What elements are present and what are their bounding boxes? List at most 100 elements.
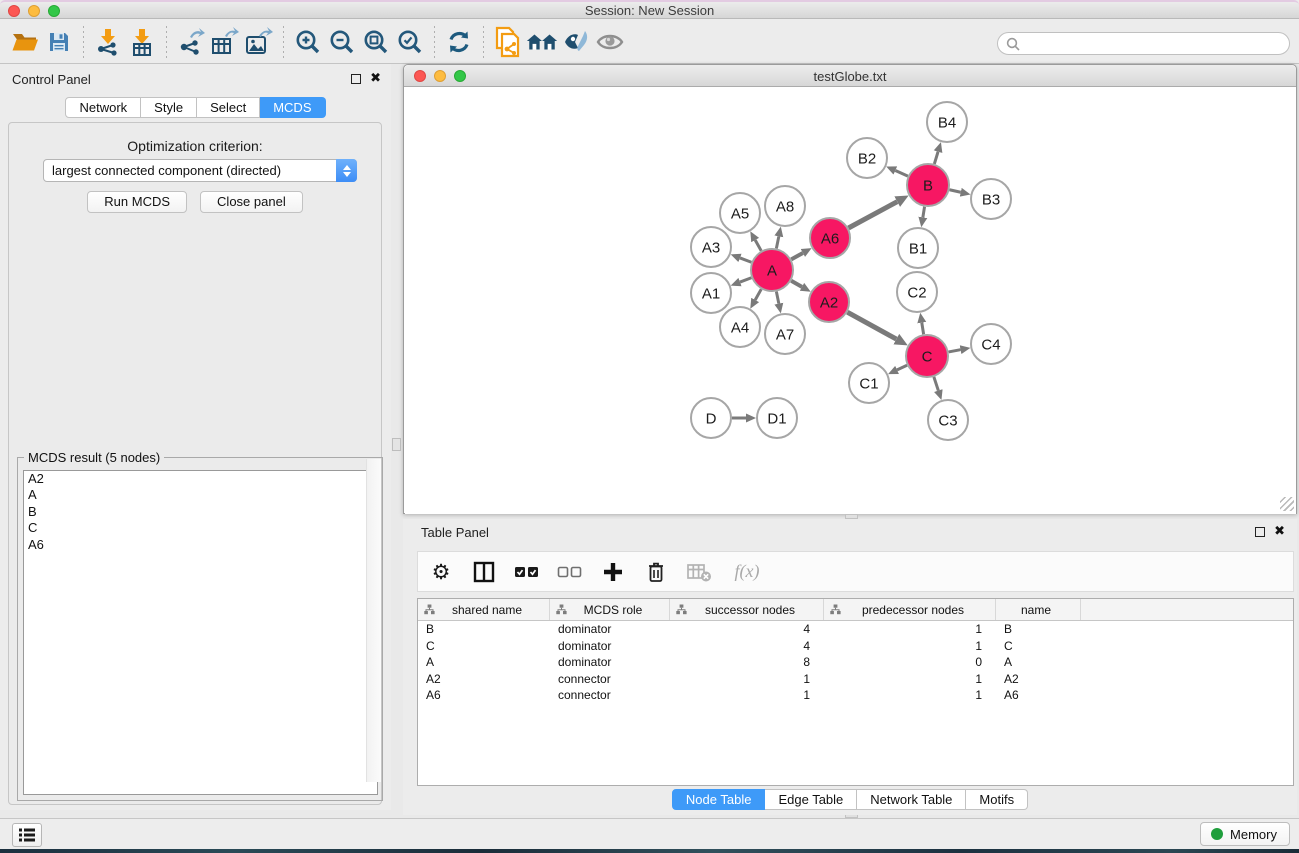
result-item[interactable]: A <box>24 487 377 503</box>
table-row[interactable]: A2connector11A2 <box>418 671 1293 688</box>
tab-network[interactable]: Network <box>65 97 141 118</box>
zoom-selected-icon[interactable] <box>393 25 427 59</box>
graph-node-A1[interactable]: A1 <box>691 273 731 313</box>
edge-A-A6[interactable] <box>791 253 803 259</box>
table-cell[interactable]: A2 <box>418 671 550 688</box>
search-input[interactable] <box>1025 36 1281 51</box>
table-cell[interactable]: 1 <box>824 687 996 704</box>
table-cell[interactable]: 0 <box>824 654 996 671</box>
split-divider-handle[interactable] <box>392 438 401 451</box>
memory-button[interactable]: Memory <box>1200 822 1290 846</box>
export-table-icon[interactable] <box>208 25 242 59</box>
deselect-all-icon[interactable] <box>557 559 583 585</box>
column-header-predecessor-nodes[interactable]: predecessor nodes <box>824 599 996 620</box>
tab-edge-table[interactable]: Edge Table <box>765 789 857 810</box>
edge-C-C1[interactable] <box>897 365 907 370</box>
network-canvas[interactable]: B4B2BB3A8A5A6A3B1AA1C2A2A4A7C4CC1C3DD1 <box>405 88 1296 514</box>
table-cell[interactable]: A2 <box>996 671 1081 688</box>
first-neighbors-icon[interactable] <box>525 25 559 59</box>
export-image-icon[interactable] <box>242 25 276 59</box>
edge-A-A8[interactable] <box>776 236 778 248</box>
search-field[interactable] <box>997 32 1290 55</box>
graph-node-A2[interactable]: A2 <box>809 282 849 322</box>
refresh-icon[interactable] <box>442 25 476 59</box>
close-panel-button[interactable]: Close panel <box>200 191 303 213</box>
edge-B-B2[interactable] <box>895 171 908 177</box>
table-cell[interactable]: C <box>996 638 1081 655</box>
mcds-result-list[interactable]: A2ABCA6 <box>23 470 378 795</box>
table-cell[interactable]: dominator <box>550 638 670 655</box>
hide-details-icon[interactable] <box>559 25 593 59</box>
graph-node-B3[interactable]: B3 <box>971 179 1011 219</box>
tab-node-table[interactable]: Node Table <box>672 789 766 810</box>
table-cell[interactable]: A6 <box>418 687 550 704</box>
graph-node-C2[interactable]: C2 <box>897 272 937 312</box>
graph-node-C[interactable]: C <box>906 335 948 377</box>
graph-node-D1[interactable]: D1 <box>757 398 797 438</box>
edge-A-A1[interactable] <box>740 278 751 282</box>
column-header-MCDS-role[interactable]: MCDS role <box>550 599 670 620</box>
table-row[interactable]: Adominator80A <box>418 654 1293 671</box>
graph-node-A4[interactable]: A4 <box>720 307 760 347</box>
table-cell[interactable]: 4 <box>670 621 824 638</box>
create-column-icon[interactable] <box>600 559 626 585</box>
delete-table-icon[interactable] <box>686 559 712 585</box>
table-cell[interactable]: 1 <box>824 621 996 638</box>
criterion-dropdown[interactable]: largest connected component (directed) <box>43 159 357 182</box>
edge-B-B3[interactable] <box>949 190 960 193</box>
edge-A-A4[interactable] <box>755 289 761 300</box>
table-cell[interactable]: B <box>996 621 1081 638</box>
import-table-icon[interactable] <box>125 25 159 59</box>
node-table[interactable]: shared nameMCDS rolesuccessor nodesprede… <box>417 598 1294 786</box>
function-builder-icon[interactable]: f(x) <box>729 559 765 585</box>
table-row[interactable]: Bdominator41B <box>418 621 1293 638</box>
edge-C-C3[interactable] <box>934 377 938 391</box>
result-list-scrollbar[interactable] <box>366 459 381 782</box>
run-mcds-button[interactable]: Run MCDS <box>87 191 187 213</box>
graph-node-B1[interactable]: B1 <box>898 228 938 268</box>
result-item[interactable]: C <box>24 520 377 536</box>
close-table-panel-icon[interactable]: ✖ <box>1274 524 1285 538</box>
tab-network-table[interactable]: Network Table <box>857 789 966 810</box>
table-cell[interactable]: connector <box>550 671 670 688</box>
graph-node-A[interactable]: A <box>751 249 793 291</box>
edge-A-A7[interactable] <box>776 292 778 304</box>
table-cell[interactable]: B <box>418 621 550 638</box>
graph-node-A5[interactable]: A5 <box>720 193 760 233</box>
zoom-fit-icon[interactable] <box>359 25 393 59</box>
table-options-icon[interactable]: ⚙ <box>428 559 454 585</box>
table-cell[interactable]: 1 <box>824 671 996 688</box>
graph-node-C3[interactable]: C3 <box>928 400 968 440</box>
select-all-icon[interactable] <box>514 559 540 585</box>
tab-select[interactable]: Select <box>197 97 260 118</box>
graph-node-D[interactable]: D <box>691 398 731 438</box>
zoom-in-icon[interactable] <box>291 25 325 59</box>
table-row[interactable]: A6connector11A6 <box>418 687 1293 704</box>
table-cell[interactable]: 1 <box>670 671 824 688</box>
zoom-out-icon[interactable] <box>325 25 359 59</box>
graph-node-A8[interactable]: A8 <box>765 186 805 226</box>
edge-B-B4[interactable] <box>934 152 938 164</box>
result-item[interactable]: A6 <box>24 537 377 553</box>
edge-C-C4[interactable] <box>949 350 961 352</box>
edge-A6-B[interactable] <box>848 202 897 228</box>
tab-motifs[interactable]: Motifs <box>966 789 1028 810</box>
column-header-shared-name[interactable]: shared name <box>418 599 550 620</box>
table-cell[interactable]: 1 <box>824 638 996 655</box>
column-header-successor-nodes[interactable]: successor nodes <box>670 599 824 620</box>
tab-style[interactable]: Style <box>141 97 197 118</box>
table-cell[interactable]: A6 <box>996 687 1081 704</box>
table-cell[interactable]: 1 <box>670 687 824 704</box>
column-header-name[interactable]: name <box>996 599 1081 620</box>
graph-node-A7[interactable]: A7 <box>765 314 805 354</box>
edge-A-A3[interactable] <box>740 258 751 262</box>
table-cell[interactable]: A <box>996 654 1081 671</box>
table-cell[interactable]: dominator <box>550 621 670 638</box>
graph-node-B[interactable]: B <box>907 164 949 206</box>
float-panel-icon[interactable] <box>351 74 361 84</box>
table-cell[interactable]: connector <box>550 687 670 704</box>
delete-column-icon[interactable] <box>643 559 669 585</box>
edge-B-B1[interactable] <box>923 207 925 218</box>
edge-A-A5[interactable] <box>755 240 761 251</box>
network-graph[interactable]: B4B2BB3A8A5A6A3B1AA1C2A2A4A7C4CC1C3DD1 <box>405 88 1296 514</box>
